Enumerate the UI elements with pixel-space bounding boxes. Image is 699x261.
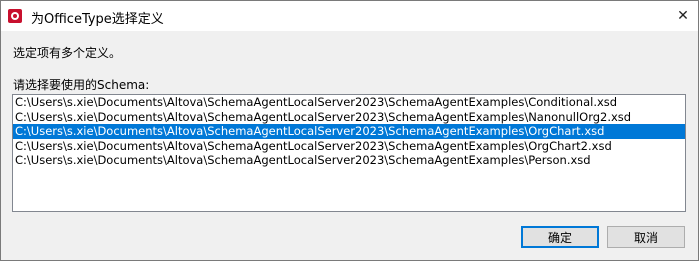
altova-app-icon <box>8 9 22 23</box>
close-button[interactable]: ✕ <box>668 1 698 31</box>
title-bar: 为OfficeType选择定义 ✕ <box>1 1 698 31</box>
list-item[interactable]: C:\Users\s.xie\Documents\Altova\SchemaAg… <box>13 153 685 168</box>
ok-button[interactable]: 确定 <box>521 226 599 248</box>
cancel-button[interactable]: 取消 <box>607 226 685 248</box>
list-item[interactable]: C:\Users\s.xie\Documents\Altova\SchemaAg… <box>13 110 685 125</box>
list-item[interactable]: C:\Users\s.xie\Documents\Altova\SchemaAg… <box>13 139 685 154</box>
schema-listbox[interactable]: C:\Users\s.xie\Documents\Altova\SchemaAg… <box>12 94 686 212</box>
schema-list-label: 请选择要使用的Schema: <box>13 78 150 92</box>
list-item-selected[interactable]: C:\Users\s.xie\Documents\Altova\SchemaAg… <box>13 124 685 139</box>
info-message: 选定项有多个定义。 <box>13 46 122 60</box>
select-definition-dialog: 为OfficeType选择定义 ✕ 选定项有多个定义。 请选择要使用的Schem… <box>0 0 699 261</box>
close-icon: ✕ <box>677 8 689 24</box>
window-title: 为OfficeType选择定义 <box>31 12 164 27</box>
list-item[interactable]: C:\Users\s.xie\Documents\Altova\SchemaAg… <box>13 95 685 110</box>
